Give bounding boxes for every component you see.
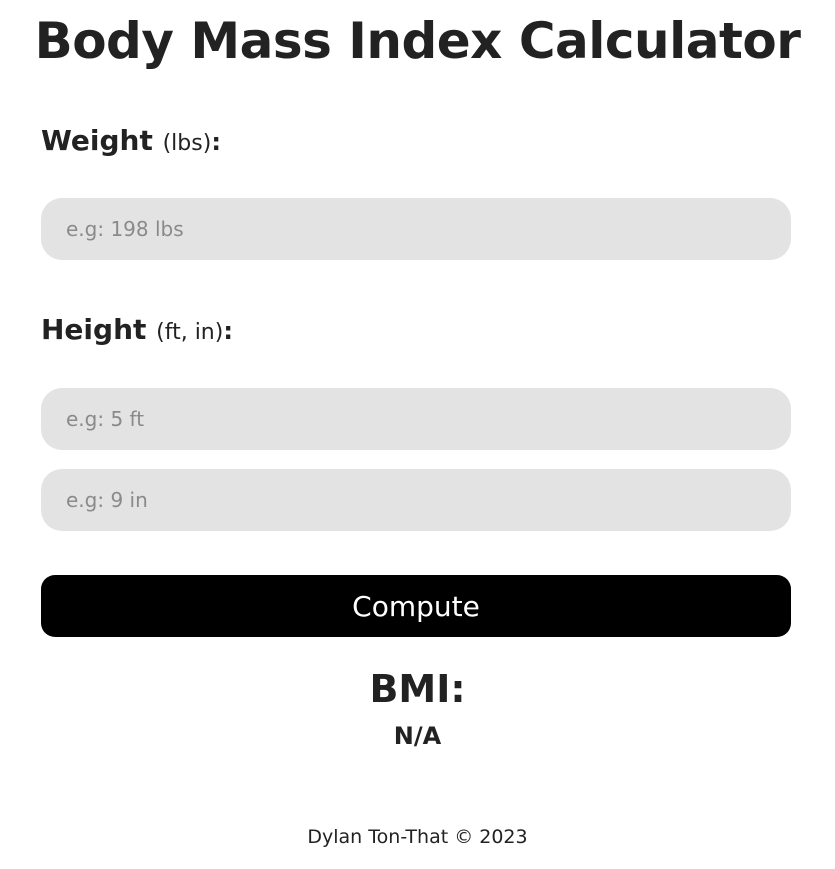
- footer-credit: Dylan Ton-That © 2023: [307, 826, 528, 848]
- weight-label-colon: :: [211, 128, 221, 156]
- bmi-value: N/A: [393, 722, 442, 750]
- compute-button[interactable]: Compute: [41, 575, 791, 637]
- height-feet-input[interactable]: [41, 388, 791, 450]
- weight-label: Weight (lbs):: [41, 124, 221, 161]
- bmi-heading: BMI:: [369, 667, 466, 711]
- page-title: Body Mass Index Calculator: [34, 12, 801, 70]
- height-label-text: Height: [41, 313, 147, 346]
- height-inches-input[interactable]: [41, 469, 791, 531]
- height-unit: (ft, in): [156, 320, 224, 345]
- weight-unit: (lbs): [162, 131, 212, 156]
- height-label: Height (ft, in):: [41, 313, 233, 350]
- height-label-colon: :: [223, 317, 233, 345]
- weight-input[interactable]: [41, 198, 791, 260]
- weight-label-text: Weight: [41, 124, 153, 157]
